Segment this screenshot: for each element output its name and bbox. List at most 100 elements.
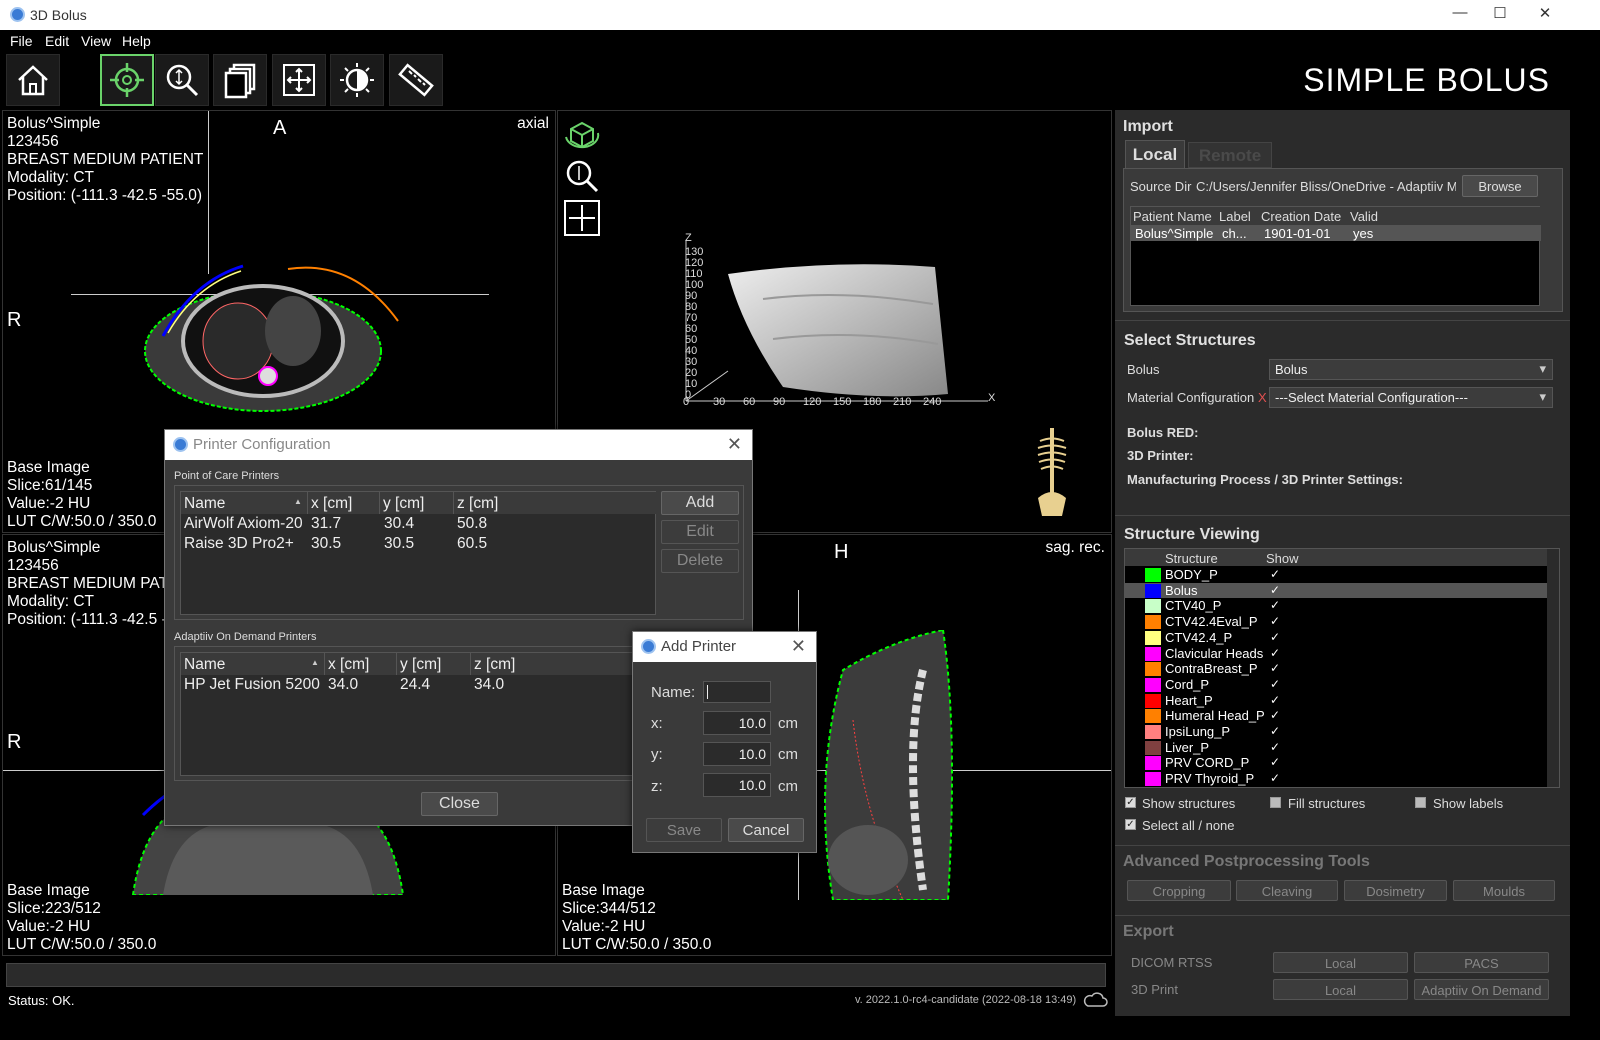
structure-show-checkbox[interactable]: ✓	[1270, 646, 1280, 660]
skeleton-orientation-icon	[1037, 428, 1067, 516]
tab-local[interactable]: Local	[1125, 140, 1185, 168]
col-name[interactable]: Name	[181, 492, 308, 514]
structure-row[interactable]: Heart_P ✓	[1125, 693, 1549, 708]
structure-show-checkbox[interactable]: ✓	[1270, 598, 1280, 612]
zoom-3d-button[interactable]	[562, 157, 602, 193]
edit-printer-button[interactable]: Edit	[661, 520, 739, 544]
menu-edit[interactable]: Edit	[45, 33, 69, 49]
col-name[interactable]: Name	[181, 653, 325, 675]
structure-row[interactable]: Liver_P ✓	[1125, 740, 1549, 755]
name-input[interactable]	[703, 681, 771, 703]
structure-show-checkbox[interactable]: ✓	[1270, 567, 1280, 581]
printer-row[interactable]: AirWolf Axiom-20 31.7 30.4 50.8	[181, 514, 657, 534]
material-label: Material Configuration	[1127, 390, 1255, 405]
structure-show-checkbox[interactable]: ✓	[1270, 724, 1280, 738]
structure-show-checkbox[interactable]: ✓	[1270, 708, 1280, 722]
structure-row[interactable]: BODY_P ✓	[1125, 567, 1549, 582]
col-x[interactable]: x [cm]	[325, 653, 397, 675]
col-creation-date[interactable]: Creation Date	[1261, 209, 1341, 224]
structure-row[interactable]: Clavicular Heads ✓	[1125, 646, 1549, 661]
col-label[interactable]: Label	[1219, 209, 1251, 224]
dosimetry-button[interactable]: Dosimetry	[1344, 880, 1447, 901]
dialog-close-icon[interactable]: ✕	[791, 636, 806, 657]
patient-table[interactable]: Patient Name Label Creation Date Valid B…	[1130, 206, 1541, 306]
crosshair-button[interactable]	[100, 54, 154, 106]
select-all-checkbox[interactable]: ✓	[1125, 819, 1136, 830]
structure-show-checkbox[interactable]: ✓	[1270, 771, 1280, 785]
poc-printer-list[interactable]: Name ▲ x [cm] y [cm] z [cm] AirWolf Axio…	[180, 491, 657, 615]
y-input[interactable]: 10.0	[703, 742, 771, 766]
structure-show-checkbox[interactable]: ✓	[1270, 661, 1280, 675]
add-printer-button[interactable]: Add	[661, 491, 739, 515]
structure-row[interactable]: Cord_P ✓	[1125, 677, 1549, 692]
cancel-button[interactable]: Cancel	[728, 818, 804, 842]
structure-row[interactable]: PRV CORD_P ✓	[1125, 755, 1549, 771]
printer-row[interactable]: HP Jet Fusion 5200 34.0 24.4 34.0	[181, 675, 657, 695]
show-labels-checkbox[interactable]	[1415, 797, 1426, 808]
moulds-button[interactable]: Moulds	[1453, 880, 1555, 901]
structure-show-checkbox[interactable]: ✓	[1270, 630, 1280, 644]
export-adaptiiv-button[interactable]: Adaptiiv On Demand	[1414, 979, 1549, 1000]
pan-3d-button[interactable]	[562, 199, 602, 237]
structure-show-checkbox[interactable]: ✓	[1270, 614, 1280, 628]
menu-help[interactable]: Help	[122, 33, 151, 49]
home-button[interactable]	[6, 54, 60, 106]
material-select[interactable]: ---Select Material Configuration---	[1269, 387, 1553, 408]
save-button[interactable]: Save	[646, 818, 722, 842]
table-row[interactable]: Bolus^Simple ch... 1901-01-01 yes	[1131, 225, 1541, 241]
measure-button[interactable]	[389, 54, 443, 106]
structure-show-checkbox[interactable]: ✓	[1270, 755, 1280, 769]
export-dicom-local-button[interactable]: Local	[1273, 952, 1408, 973]
printer-row[interactable]: Raise 3D Pro2+ 30.5 30.5 60.5	[181, 534, 657, 554]
export-print-local-button[interactable]: Local	[1273, 979, 1408, 1000]
cropping-button[interactable]: Cropping	[1127, 880, 1231, 901]
col-z[interactable]: z [cm]	[454, 492, 657, 514]
maximize-button[interactable]: ☐	[1485, 4, 1515, 26]
col-y[interactable]: y [cm]	[397, 653, 471, 675]
structure-show-checkbox[interactable]: ✓	[1270, 583, 1280, 597]
structure-show-checkbox[interactable]: ✓	[1270, 693, 1280, 707]
show-structures-checkbox[interactable]: ✓	[1125, 797, 1136, 808]
z-input[interactable]: 10.0	[703, 773, 771, 797]
structure-row[interactable]: IpsiLung_P ✓	[1125, 724, 1549, 739]
structure-row[interactable]: Humeral Head_P ✓	[1125, 708, 1549, 724]
cleaving-button[interactable]: Cleaving	[1236, 880, 1338, 901]
zoom-button[interactable]	[155, 54, 209, 106]
structure-row[interactable]: ContraBreast_P ✓	[1125, 661, 1549, 677]
structure-color-swatch	[1145, 630, 1161, 645]
col-show[interactable]: Show	[1266, 551, 1299, 566]
structure-row[interactable]: Bolus ✓	[1125, 582, 1549, 598]
col-z[interactable]: z [cm]	[471, 653, 657, 675]
aod-printer-list[interactable]: Name ▲ x [cm] y [cm] z [cm] HP Jet Fusio…	[180, 652, 657, 776]
x-input[interactable]: 10.0	[703, 711, 771, 735]
structure-row[interactable]: PRV Thyroid_P ✓	[1125, 771, 1549, 787]
col-structure[interactable]: Structure	[1165, 551, 1218, 566]
menu-view[interactable]: View	[81, 33, 111, 49]
structure-scrollbar[interactable]	[1547, 549, 1559, 787]
structure-show-checkbox[interactable]: ✓	[1270, 740, 1280, 754]
window-level-button[interactable]	[330, 54, 384, 106]
close-button[interactable]: Close	[421, 792, 498, 816]
col-patient-name[interactable]: Patient Name	[1133, 209, 1212, 224]
structure-show-checkbox[interactable]: ✓	[1270, 677, 1280, 691]
dialog-close-icon[interactable]: ✕	[727, 434, 742, 455]
rotate-3d-button[interactable]	[562, 117, 602, 153]
export-pacs-button[interactable]: PACS	[1414, 952, 1549, 973]
structure-row[interactable]: CTV42.4_P ✓	[1125, 630, 1549, 645]
col-x[interactable]: x [cm]	[308, 492, 380, 514]
minimize-button[interactable]: —	[1445, 4, 1475, 26]
structure-list[interactable]: Structure Show BODY_P ✓ Bolus ✓ CTV40_P ✓ CTV4…	[1124, 548, 1560, 788]
tab-remote[interactable]: Remote	[1188, 142, 1272, 168]
browse-button[interactable]: Browse	[1462, 175, 1538, 197]
bolus-select[interactable]: Bolus	[1269, 359, 1553, 380]
fill-structures-checkbox[interactable]	[1270, 797, 1281, 808]
col-valid[interactable]: Valid	[1350, 209, 1378, 224]
structure-row[interactable]: CTV42.4Eval_P ✓	[1125, 614, 1549, 630]
slices-button[interactable]	[213, 54, 267, 106]
delete-printer-button[interactable]: Delete	[661, 549, 739, 573]
pan-button[interactable]	[272, 54, 326, 106]
menu-file[interactable]: File	[10, 33, 33, 49]
close-window-button[interactable]: ✕	[1530, 4, 1560, 26]
structure-row[interactable]: CTV40_P ✓	[1125, 598, 1549, 614]
col-y[interactable]: y [cm]	[380, 492, 454, 514]
